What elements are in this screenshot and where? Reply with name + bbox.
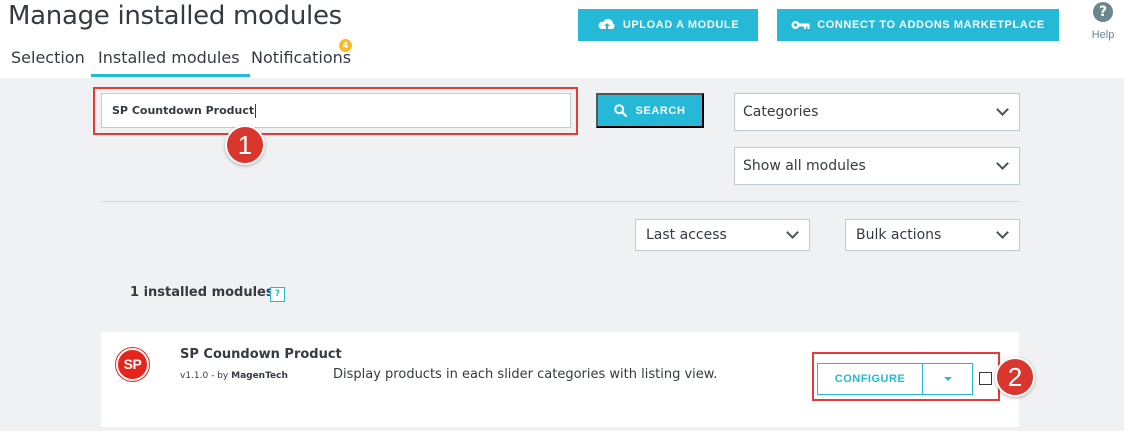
help-button[interactable]: ? Help xyxy=(1088,2,1118,41)
tab-selection[interactable]: Selection xyxy=(11,48,85,74)
installed-modules-count: 1 installed modules xyxy=(130,285,274,300)
module-logo: SP xyxy=(116,348,149,381)
cloud-upload-icon xyxy=(598,18,615,29)
help-icon: ? xyxy=(1093,2,1113,22)
categories-select-value: Categories xyxy=(743,104,819,120)
chevron-down-icon xyxy=(786,226,799,239)
step-2-marker: 2 xyxy=(995,357,1035,397)
chevron-down-icon xyxy=(996,103,1009,116)
categories-select[interactable]: Categories xyxy=(734,93,1020,131)
page-header: Manage installed modules UPLOAD A MODULE… xyxy=(0,0,1124,78)
tab-notifications[interactable]: Notifications xyxy=(251,48,351,74)
search-icon xyxy=(614,104,628,117)
module-description: Display products in each slider categori… xyxy=(333,367,718,382)
bulk-actions-select[interactable]: Bulk actions xyxy=(845,219,1020,251)
count-help-icon[interactable]: ? xyxy=(270,287,285,302)
help-label: Help xyxy=(1091,29,1115,41)
status-filter-select[interactable]: Show all modules xyxy=(734,147,1020,185)
search-highlight-box xyxy=(93,87,578,135)
module-select-checkbox[interactable] xyxy=(979,372,992,385)
chevron-down-icon xyxy=(996,226,1009,239)
search-button[interactable]: SEARCH xyxy=(596,93,704,128)
filter-divider xyxy=(101,201,1020,202)
configure-button[interactable]: CONFIGURE xyxy=(817,363,923,395)
connect-addons-label: CONNECT TO ADDONS MARKETPLACE xyxy=(817,19,1045,31)
bulk-actions-value: Bulk actions xyxy=(856,227,942,243)
caret-down-icon xyxy=(943,377,952,381)
module-name: SP Coundown Product xyxy=(180,347,342,362)
module-actions-dropdown-button[interactable] xyxy=(922,363,973,395)
tab-installed-modules[interactable]: Installed modules xyxy=(91,48,250,77)
module-version-text: v1.1.0 - by xyxy=(180,371,229,381)
key-icon xyxy=(791,21,810,29)
connect-addons-button[interactable]: CONNECT TO ADDONS MARKETPLACE xyxy=(777,9,1059,41)
page-title: Manage installed modules xyxy=(8,1,342,31)
status-filter-value: Show all modules xyxy=(743,158,866,174)
search-button-label: SEARCH xyxy=(635,104,686,117)
chevron-down-icon xyxy=(996,157,1009,170)
sort-select[interactable]: Last access xyxy=(635,219,810,251)
upload-module-button[interactable]: UPLOAD A MODULE xyxy=(578,9,758,41)
module-author: MagenTech xyxy=(231,371,288,381)
sort-select-value: Last access xyxy=(646,227,727,243)
upload-module-label: UPLOAD A MODULE xyxy=(622,19,740,31)
step-1-marker: 1 xyxy=(225,125,265,165)
notifications-badge: 4 xyxy=(339,39,352,52)
module-version: v1.1.0 - by MagenTech xyxy=(180,371,288,381)
